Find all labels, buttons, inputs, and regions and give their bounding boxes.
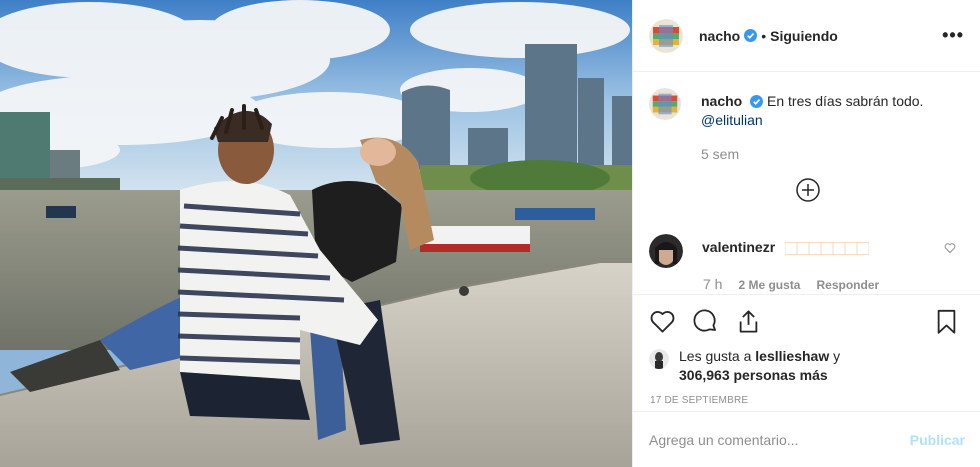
publish-button[interactable]: Publicar	[910, 432, 965, 448]
post-header: nacho • Siguiendo •••	[633, 0, 980, 72]
likes-and: y	[833, 348, 841, 364]
post-age[interactable]: 5 sem	[701, 145, 923, 164]
add-comment-bar: Publicar	[633, 411, 980, 467]
post-actions-bar	[633, 295, 980, 347]
comment-input[interactable]	[649, 431, 910, 448]
photo-scene	[0, 0, 632, 467]
commenter-username[interactable]: valentinezr	[702, 239, 775, 255]
heart-icon[interactable]	[649, 308, 676, 335]
comment-item: valentinezr 🏻🏻🏻🏻🏻🏻🏻	[649, 234, 964, 268]
author-avatar[interactable]	[649, 18, 683, 53]
likes-count-link[interactable]: 306,963 personas más	[679, 367, 828, 383]
author-username[interactable]: nacho	[699, 28, 740, 44]
comment-icon[interactable]	[692, 308, 719, 335]
load-more-comments-icon[interactable]	[796, 178, 820, 202]
caption-username[interactable]: nacho	[701, 93, 742, 109]
liker-username[interactable]: lesllieshaw	[755, 348, 829, 364]
comment-likes-count[interactable]: 2 Me gusta	[738, 278, 800, 292]
post-photo[interactable]	[0, 0, 632, 467]
comment-text: 🏻🏻🏻🏻🏻🏻🏻	[785, 241, 871, 255]
caption-mention-link[interactable]: @elitulian	[701, 111, 923, 130]
caption-author-avatar[interactable]	[649, 88, 681, 120]
verified-badge-icon	[750, 95, 764, 108]
separator-dot: •	[761, 27, 767, 44]
caption-text: En tres días sabrán todo.	[767, 93, 924, 109]
post-side-panel: nacho • Siguiendo ••• nacho En tres días…	[632, 0, 980, 467]
liker-avatar[interactable]	[649, 349, 669, 369]
likes-prefix: Les gusta a	[679, 348, 752, 364]
more-options-icon[interactable]: •••	[942, 25, 964, 46]
share-icon[interactable]	[735, 308, 762, 335]
comment-like-heart-icon[interactable]	[944, 242, 956, 254]
post-caption: nacho En tres días sabrán todo. @elituli…	[649, 88, 964, 164]
reply-button[interactable]: Responder	[816, 278, 879, 292]
verified-badge-icon	[744, 29, 758, 42]
comments-area: nacho En tres días sabrán todo. @elituli…	[633, 72, 980, 295]
comment-meta: 7 h 2 Me gusta Responder	[703, 276, 879, 292]
post-date[interactable]: 17 de septiembre	[633, 385, 980, 406]
comment-time[interactable]: 7 h	[703, 276, 722, 292]
commenter-avatar[interactable]	[649, 234, 683, 268]
bookmark-icon[interactable]	[933, 308, 960, 335]
follow-status-button[interactable]: Siguiendo	[770, 28, 838, 44]
likes-summary: Les gusta a lesllieshaw y 306,963 person…	[633, 347, 980, 385]
